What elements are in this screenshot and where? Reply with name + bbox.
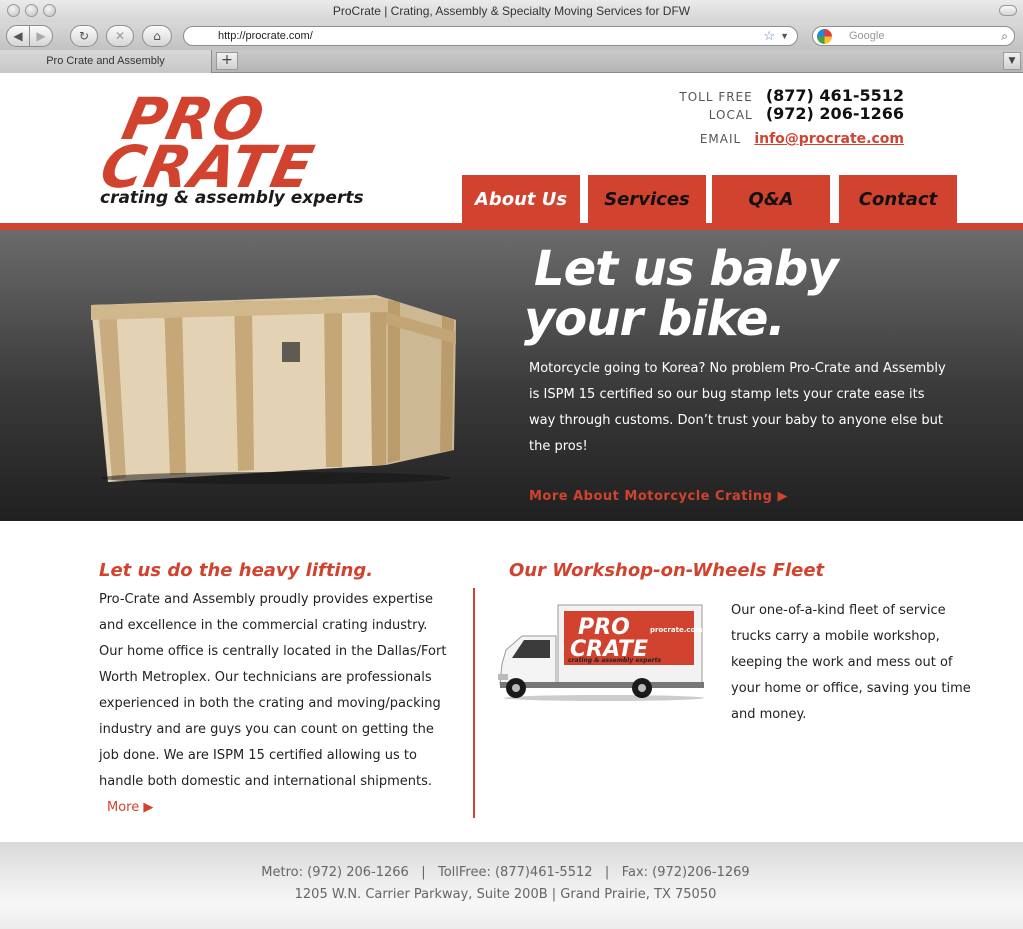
service-truck-image: PRO CRATE procrate.com crating & assembl…	[498, 604, 704, 701]
local-row: LOCAL (972) 206-1266	[709, 104, 904, 123]
hero-body: Motorcycle going to Korea? No problem Pr…	[529, 361, 946, 454]
local-label: LOCAL	[708, 108, 753, 122]
home-button[interactable]: ⌂	[142, 25, 172, 47]
procrate-logo[interactable]: PRO CRATE crating & assembly experts	[95, 85, 390, 215]
tab-overflow-chevron-icon[interactable]: ▼	[1003, 52, 1021, 70]
forward-button[interactable]: ▶	[29, 25, 53, 47]
left-column-text: Pro-Crate and Assembly proudly provides …	[99, 592, 447, 789]
search-icon[interactable]: ⌕	[1001, 27, 1008, 45]
email-label: EMAIL	[699, 132, 742, 146]
tab-bar: Pro Crate and Assembly + ▼	[0, 50, 1023, 73]
truck-site: procrate.com	[650, 626, 703, 634]
left-column-body: Pro-Crate and Assembly proudly provides …	[99, 587, 449, 821]
hero-title: Let us baby your bike.	[524, 241, 839, 347]
logo-crate: CRATE	[94, 133, 320, 201]
address-bar[interactable]: http://procrate.com/ ☆ ▼	[183, 26, 798, 46]
search-placeholder: Google	[849, 30, 885, 42]
minimize-window-icon[interactable]	[25, 4, 38, 17]
search-field[interactable]: Google ⌕	[812, 26, 1015, 46]
close-window-icon[interactable]	[7, 4, 20, 17]
home-icon: ⌂	[153, 29, 161, 43]
logo-tagline: crating & assembly experts	[100, 188, 364, 208]
header-divider	[0, 223, 1023, 230]
toll-free-row: TOLL FREE (877) 461-5512	[679, 86, 904, 105]
url-history-chevron-icon[interactable]: ▼	[780, 27, 789, 45]
window-titlebar: ProCrate | Crating, Assembly & Specialty…	[0, 0, 1023, 22]
tab-procrate[interactable]: Pro Crate and Assembly	[0, 50, 212, 73]
back-button[interactable]: ◀	[6, 25, 30, 47]
hero-title-line2: your bike.	[524, 291, 786, 347]
wooden-crate-image	[91, 295, 456, 484]
toolbar-toggle-icon[interactable]	[999, 5, 1017, 16]
hero-banner: Let us baby your bike. Motorcycle going …	[0, 230, 1023, 521]
site-footer: Metro: (972) 206-1266 | TollFree: (877)4…	[0, 842, 1023, 929]
google-logo-icon	[817, 29, 832, 44]
right-column-title: Our Workshop-on-Wheels Fleet	[509, 560, 825, 581]
nav-services[interactable]: Services	[588, 175, 706, 223]
zoom-window-icon[interactable]	[43, 4, 56, 17]
email-row: EMAIL info@procrate.com	[700, 128, 904, 147]
column-divider	[473, 588, 475, 818]
bookmark-star-icon[interactable]: ☆	[763, 27, 775, 45]
footer-phone-line: Metro: (972) 206-1266 | TollFree: (877)4…	[261, 865, 750, 880]
window-title: ProCrate | Crating, Assembly & Specialty…	[332, 4, 691, 18]
forward-icon: ▶	[36, 29, 46, 43]
truck-tagline: crating & assembly experts	[568, 657, 661, 664]
left-column-title: Let us do the heavy lifting.	[99, 560, 374, 581]
nav-about-us[interactable]: About Us	[462, 175, 580, 223]
reload-icon: ↻	[78, 29, 90, 43]
new-tab-button[interactable]: +	[216, 52, 238, 70]
nav-contact[interactable]: Contact	[839, 175, 957, 223]
local-number[interactable]: (972) 206-1266	[766, 104, 904, 123]
plus-icon: +	[221, 52, 233, 68]
email-link[interactable]: info@procrate.com	[754, 131, 904, 147]
back-icon: ◀	[13, 29, 23, 43]
nav-qa[interactable]: Q&A	[712, 175, 830, 223]
footer-address-line: 1205 W.N. Carrier Parkway, Suite 200B | …	[294, 887, 717, 902]
stop-button[interactable]: ✕	[106, 25, 134, 47]
reload-button[interactable]: ↻	[70, 25, 98, 47]
toll-free-label: TOLL FREE	[679, 90, 753, 104]
right-column-body: Our one-of-a-kind fleet of service truck…	[731, 603, 971, 722]
more-link[interactable]: More ▶	[107, 800, 153, 815]
tab-title: Pro Crate and Assembly	[46, 55, 165, 67]
motorcycle-crating-link[interactable]: More About Motorcycle Crating ▶	[529, 489, 788, 504]
stop-icon: ✕	[114, 29, 126, 43]
browser-toolbar: ◀ ▶ ↻ ✕ ⌂ http://procrate.com/ ☆ ▼ Googl…	[0, 22, 1023, 50]
hero-title-line1: Let us baby	[534, 241, 839, 297]
toll-free-number[interactable]: (877) 461-5512	[766, 86, 904, 105]
url-text: http://procrate.com/	[218, 30, 313, 42]
